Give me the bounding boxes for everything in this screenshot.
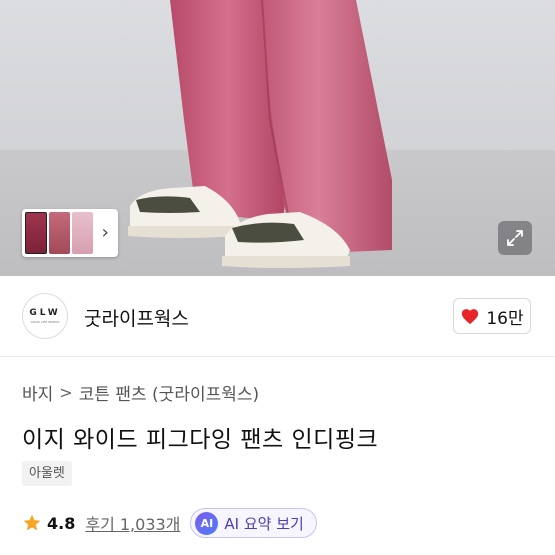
- seller-name[interactable]: 굿라이프웍스: [84, 304, 189, 331]
- breadcrumb-category[interactable]: 바지: [22, 380, 53, 405]
- expand-button[interactable]: [498, 221, 532, 255]
- heart-icon: [462, 309, 479, 325]
- rating-score: 4.8: [47, 513, 76, 533]
- seller-logo[interactable]: GLW GOOD LIFE WORKS: [22, 293, 68, 339]
- product-image[interactable]: ›: [0, 0, 555, 276]
- product-title: 이지 와이드 피그다잉 팬츠 인디핑크: [22, 427, 379, 453]
- ai-summary-button[interactable]: AI AI 요약 보기: [190, 508, 317, 538]
- star-icon: [23, 514, 41, 531]
- seller-logo-subtext: GOOD LIFE WORKS: [30, 320, 60, 324]
- thumbnail-strip[interactable]: ›: [22, 209, 118, 257]
- rating-row: 4.8 후기 1,033개 AI AI 요약 보기: [22, 508, 317, 538]
- chevron-right-icon[interactable]: ›: [95, 212, 115, 254]
- ai-icon: AI: [195, 511, 219, 535]
- thumbnail-2[interactable]: [48, 212, 70, 254]
- divider: [0, 356, 555, 357]
- ai-summary-label: AI 요약 보기: [224, 514, 304, 533]
- thumbnail-1[interactable]: [25, 212, 47, 254]
- like-count: 16만: [486, 308, 524, 329]
- like-button[interactable]: 16만: [453, 298, 531, 334]
- outlet-badge: 아울렛: [22, 461, 72, 486]
- breadcrumb-subcategory[interactable]: 코튼 팬츠 (굿라이프웍스): [79, 380, 259, 405]
- review-count-link[interactable]: 후기 1,033개: [85, 511, 180, 535]
- expand-icon: [507, 230, 523, 246]
- thumbnail-3[interactable]: [72, 212, 94, 254]
- breadcrumb: 바지 > 코튼 팬츠 (굿라이프웍스): [22, 380, 259, 405]
- seller-logo-text: GLW: [29, 308, 61, 318]
- chevron-right-icon: >: [59, 383, 73, 402]
